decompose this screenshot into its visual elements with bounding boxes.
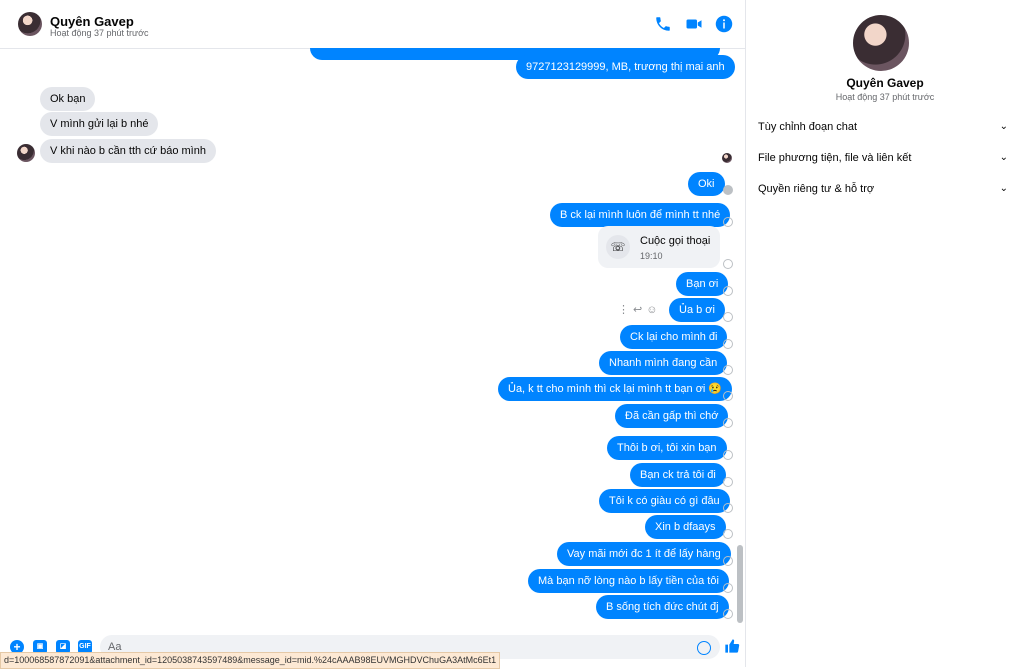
panel-item-label: Tùy chỉnh đoạn chat bbox=[758, 121, 858, 133]
sent-status-icon bbox=[723, 365, 733, 375]
message-bubble-incoming[interactable]: V mình gửi lại b nhé bbox=[40, 112, 159, 136]
react-icon[interactable]: ☺ bbox=[646, 304, 661, 316]
like-icon[interactable] bbox=[724, 638, 740, 654]
sent-status-icon bbox=[723, 391, 733, 401]
message-bubble-outgoing[interactable]: Thôi b ơi, tôi xin bạn bbox=[607, 436, 727, 460]
missed-call-icon: ☏ bbox=[606, 235, 630, 259]
panel-item-media-files-links[interactable]: File phương tiện, file và liên kết ⌄ bbox=[758, 146, 1008, 170]
sent-status-icon bbox=[723, 556, 733, 566]
chevron-down-icon: ⌄ bbox=[999, 152, 1008, 163]
emoji-icon[interactable] bbox=[697, 641, 711, 655]
profile-status: Hoạt động 37 phút trước bbox=[835, 92, 935, 102]
message-bubble-incoming[interactable]: V khi nào b cần tth cứ báo mình bbox=[40, 139, 216, 163]
message-bubble-outgoing[interactable]: B ck lại mình luôn để mình tt nhé bbox=[550, 203, 731, 227]
chat-pane: Quyên Gavep Hoạt động 37 phút trước 9727… bbox=[0, 0, 745, 669]
call-card[interactable]: ☏ Cuộc gọi thoại 19:10 bbox=[598, 226, 720, 268]
profile-avatar[interactable] bbox=[853, 15, 909, 71]
info-icon[interactable] bbox=[715, 15, 733, 33]
panel-item-customize-chat[interactable]: Tùy chỉnh đoạn chat ⌄ bbox=[758, 115, 1008, 139]
sent-status-icon bbox=[723, 339, 733, 349]
sent-status-icon bbox=[723, 503, 733, 513]
message-list[interactable]: 9727123129999, MB, trương thị mai anh Ok… bbox=[0, 48, 745, 630]
sent-status-icon bbox=[723, 217, 733, 227]
sender-avatar[interactable] bbox=[17, 144, 35, 162]
contact-name[interactable]: Quyên Gavep bbox=[50, 14, 134, 29]
sent-status-icon bbox=[723, 185, 733, 195]
message-bubble-outgoing[interactable]: 9727123129999, MB, trương thị mai anh bbox=[516, 55, 735, 79]
sent-status-icon bbox=[723, 450, 733, 460]
chevron-down-icon: ⌄ bbox=[999, 183, 1008, 194]
sent-status-icon bbox=[723, 259, 733, 269]
panel-item-label: File phương tiện, file và liên kết bbox=[758, 152, 912, 164]
sent-status-icon bbox=[723, 477, 733, 487]
chevron-down-icon: ⌄ bbox=[999, 121, 1008, 132]
call-time: 19:10 bbox=[640, 251, 663, 261]
sent-status-icon bbox=[723, 286, 733, 296]
message-bubble-outgoing[interactable]: Mà bạn nỡ lòng nào b lấy tiền của tôi bbox=[528, 569, 729, 593]
chat-header: Quyên Gavep Hoạt động 37 phút trước bbox=[0, 0, 745, 49]
message-actions[interactable]: ⋮↩☺ bbox=[618, 303, 661, 316]
video-icon[interactable] bbox=[685, 15, 703, 33]
call-title: Cuộc gọi thoại bbox=[640, 235, 711, 247]
message-bubble-outgoing[interactable]: Tôi k có giàu có gì đâu bbox=[599, 489, 730, 513]
reply-icon[interactable]: ↩ bbox=[633, 304, 646, 316]
more-options-icon[interactable]: ⋮ bbox=[618, 304, 633, 316]
sent-status-icon bbox=[723, 609, 733, 619]
phone-icon[interactable] bbox=[654, 15, 672, 33]
message-bubble-outgoing[interactable]: Bạn ơi bbox=[676, 272, 729, 296]
seen-avatar bbox=[722, 153, 732, 163]
message-bubble-incoming[interactable]: Ok bạn bbox=[40, 87, 96, 111]
sent-status-icon bbox=[723, 418, 733, 428]
sent-status-icon bbox=[723, 583, 733, 593]
message-bubble-outgoing[interactable]: Bạn ck trả tôi đi bbox=[630, 463, 726, 487]
sent-status-icon bbox=[723, 529, 733, 539]
link-preview-status-bar: d=100068587872091&attachment_id=12050387… bbox=[0, 652, 501, 669]
message-bubble-outgoing[interactable]: Ủa b ơi bbox=[669, 298, 725, 322]
contact-avatar[interactable] bbox=[18, 12, 42, 36]
message-bubble-outgoing[interactable]: Đã cần gấp thì chớ bbox=[615, 404, 729, 428]
message-bubble-outgoing[interactable]: Xin b dfaays bbox=[645, 515, 726, 539]
message-bubble-outgoing[interactable]: Ck lại cho mình đi bbox=[620, 325, 728, 349]
sent-status-icon bbox=[723, 312, 733, 322]
panel-item-privacy-support[interactable]: Quyền riêng tư & hỗ trợ ⌄ bbox=[758, 177, 1008, 201]
info-panel: Quyên Gavep Hoạt động 37 phút trước Tùy … bbox=[746, 0, 1024, 667]
message-bubble-outgoing[interactable]: Vay mãi mới đc 1 ít để lấy hàng bbox=[557, 542, 731, 566]
message-bubble-outgoing[interactable]: Ủa, k tt cho mình thì ck lại mình tt bạn… bbox=[498, 377, 733, 401]
panel-item-label: Quyền riêng tư & hỗ trợ bbox=[758, 183, 875, 195]
profile-name[interactable]: Quyên Gavep bbox=[746, 76, 1024, 90]
message-bubble-outgoing[interactable]: Nhanh mình đang cần bbox=[599, 351, 728, 375]
contact-status: Hoạt động 37 phút trước bbox=[50, 28, 149, 38]
message-bubble-outgoing[interactable]: Oki bbox=[688, 172, 725, 196]
message-scrollbar[interactable] bbox=[737, 545, 743, 623]
message-bubble-outgoing[interactable]: B sống tích đức chút đj bbox=[596, 595, 729, 619]
